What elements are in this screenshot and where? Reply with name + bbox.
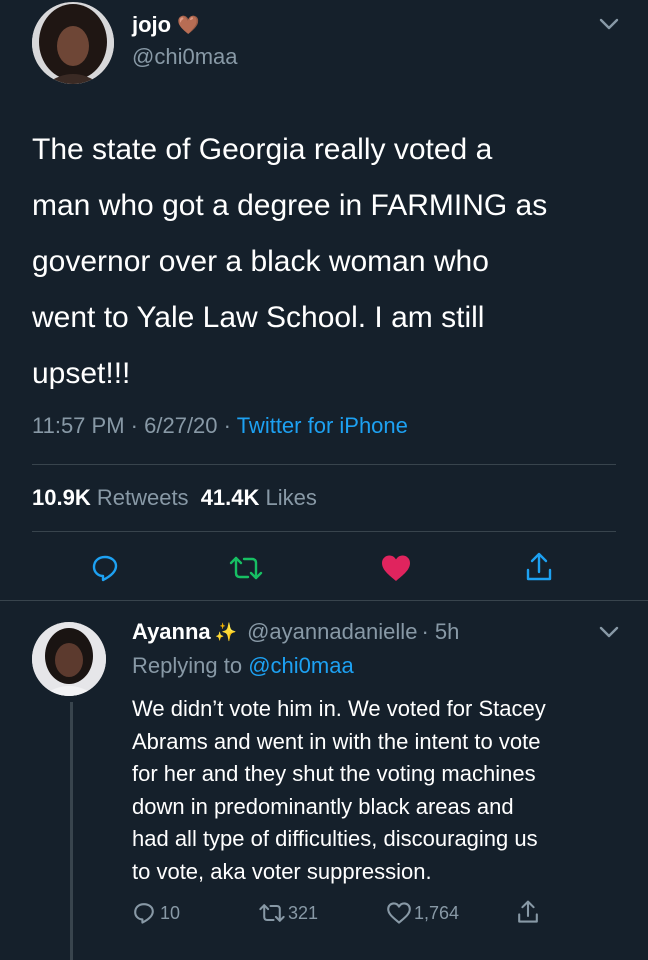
meta-separator: · [130, 413, 138, 438]
tweet-time[interactable]: 11:57 PM [32, 413, 125, 438]
replies-count: 10 [160, 902, 181, 923]
reply-icon [134, 903, 154, 924]
retweet-icon [259, 904, 285, 922]
divider [0, 600, 648, 601]
reply-header: Ayanna ✨ @ayannadanielle · 5h [132, 619, 459, 645]
reply-like-button[interactable]: 1,764 [386, 900, 459, 926]
tweet-text: The state of Georgia really voted a man … [32, 122, 632, 402]
divider [32, 464, 616, 465]
replying-to-handle[interactable]: @chi0maa [248, 653, 354, 678]
tweet-options-chevron-icon[interactable] [597, 14, 621, 34]
reply-text-line: Abrams and went in with the intent to vo… [132, 728, 541, 754]
sparkles-icon: ✨ [214, 621, 238, 642]
tweet-text-line: man who got a degree in FARMING as [32, 189, 548, 222]
retweets-label: Retweets [96, 485, 189, 510]
tweet-stats: 10.9K Retweets 41.4K Likes [32, 485, 317, 511]
tweet-text-line: The state of Georgia really voted a [32, 133, 493, 166]
tweet-text-line: upset!!! [32, 357, 131, 390]
divider [32, 531, 616, 532]
reply-button[interactable] [90, 553, 120, 583]
retweet-icon [229, 556, 263, 580]
reply-text-line: down in predominantly black areas and [132, 793, 514, 819]
reply-options-chevron-icon[interactable] [597, 622, 621, 642]
reply-replies-button[interactable]: 10 [132, 900, 180, 926]
reply-text: We didn’t vote him in. We voted for Stac… [132, 693, 632, 888]
thread-line [70, 702, 73, 960]
share-icon [518, 900, 538, 923]
share-icon [526, 552, 552, 581]
author-name-row: jojo 🤎 [132, 12, 200, 38]
likes-count: 1,764 [414, 902, 460, 923]
heart-filled-icon [382, 555, 410, 581]
likes-stat[interactable]: 41.4K Likes [201, 485, 317, 510]
tweet-text-line: went to Yale Law School. I am still [32, 301, 485, 334]
meta-separator: · [223, 413, 231, 438]
retweets-stat[interactable]: 10.9K Retweets [32, 485, 195, 510]
reply-handle[interactable]: @ayannadanielle [247, 619, 417, 645]
like-button[interactable] [380, 553, 412, 583]
author-handle[interactable]: @chi0maa [132, 44, 238, 70]
tweet-source-link[interactable]: Twitter for iPhone [237, 413, 408, 438]
tweet-text-line: governor over a black woman who [32, 245, 489, 278]
reply-share-button[interactable] [516, 899, 540, 925]
replying-to-label: Replying to [132, 653, 243, 678]
likes-count: 41.4K [200, 485, 260, 510]
retweets-count: 10.9K [32, 485, 91, 510]
tweet-date[interactable]: 6/27/20 [144, 413, 217, 438]
heart-outline-icon [387, 902, 411, 924]
reply-text-line: for her and they shut the voting machine… [132, 761, 536, 786]
replying-to: Replying to @chi0maa [132, 653, 354, 679]
tweet-meta: 11:57 PM · 6/27/20 · Twitter for iPhone [32, 413, 408, 439]
avatar-image [32, 2, 114, 84]
reply-author-avatar[interactable] [32, 622, 106, 696]
reply-icon [92, 555, 118, 582]
reply-age[interactable]: · 5h [421, 619, 459, 645]
likes-label: Likes [265, 485, 317, 510]
brown-heart-icon: 🤎 [177, 14, 200, 35]
retweet-button[interactable] [228, 553, 264, 583]
reply-text-line: had all type of difficulties, discouragi… [132, 826, 538, 851]
reply-retweet-button[interactable]: 321 [258, 900, 318, 926]
retweets-count: 321 [288, 902, 319, 923]
author-display-name[interactable]: jojo [132, 12, 171, 38]
avatar-image [32, 622, 106, 696]
share-button[interactable] [524, 551, 554, 583]
reply-display-name[interactable]: Ayanna [132, 619, 211, 645]
reply-text-line: We didn’t vote him in. We voted for Stac… [132, 696, 546, 721]
author-avatar[interactable] [32, 2, 114, 84]
reply-text-line: to vote, aka voter suppression. [132, 858, 432, 884]
